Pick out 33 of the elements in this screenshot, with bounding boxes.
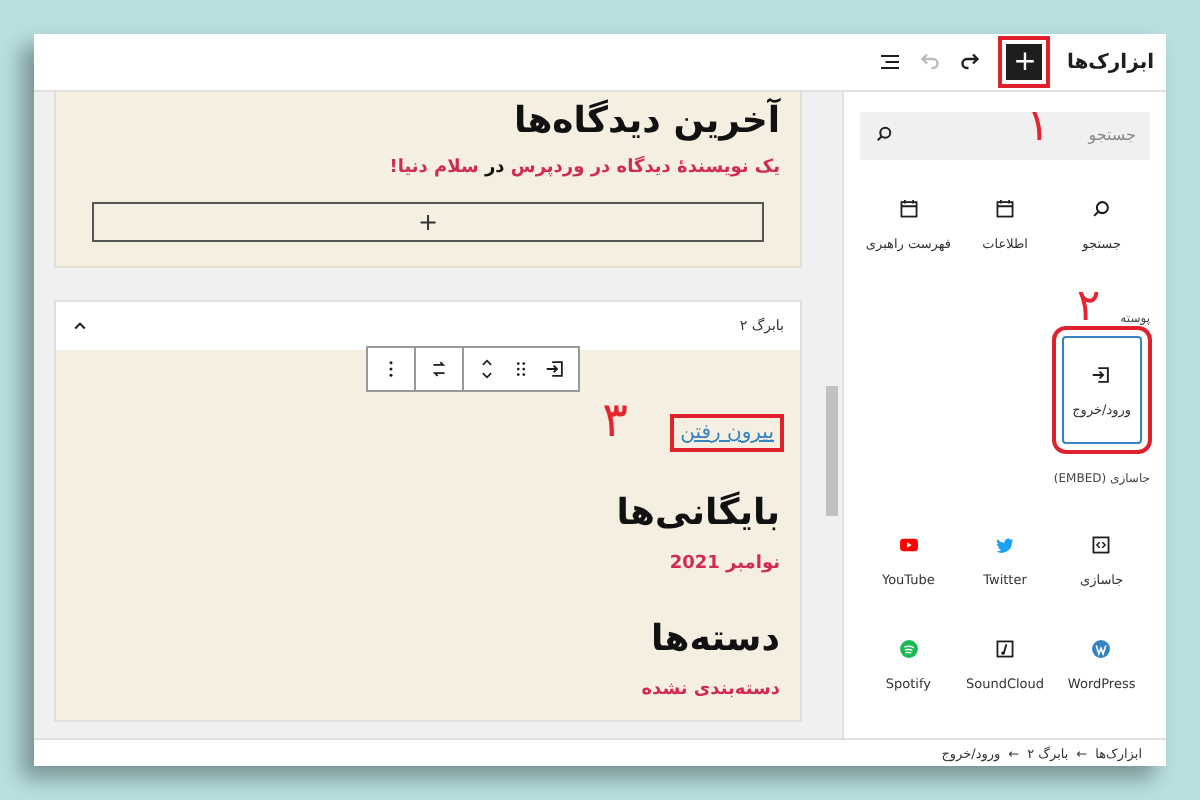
widget-heading: دسته‌ها xyxy=(651,618,780,660)
widget-heading: آخرین دیدگاه‌ها xyxy=(511,100,780,142)
annotation-number: ۲ xyxy=(1076,286,1101,330)
login-icon[interactable] xyxy=(544,358,566,380)
add-block-button[interactable]: + xyxy=(92,202,764,242)
comment-link[interactable]: سلام دنیا! xyxy=(389,158,479,178)
spotify-logo-icon xyxy=(897,637,920,659)
caret-icon[interactable] xyxy=(72,318,88,334)
annotation-number: ۱ xyxy=(1026,106,1050,150)
category-link[interactable]: دسته‌بندی نشده xyxy=(641,680,780,700)
calendar-icon xyxy=(897,197,920,219)
music-note-icon xyxy=(994,637,1017,659)
annotation-number: ۳ xyxy=(602,396,628,444)
scrollbar[interactable] xyxy=(822,92,842,738)
comment-link[interactable]: یک نویسندهٔ دیدگاه در وردپرس xyxy=(510,158,780,178)
widget-heading: بایگانی‌ها xyxy=(616,492,780,534)
comment-text: یک نویسندهٔ دیدگاه در وردپرس در سلام دنیا! xyxy=(387,158,780,178)
login-icon xyxy=(1090,363,1113,385)
transform-icon[interactable] xyxy=(428,358,450,380)
play-icon xyxy=(897,533,920,555)
calendar-icon xyxy=(994,197,1017,219)
list-view-icon[interactable] xyxy=(878,50,903,74)
logout-link[interactable]: بیرون رفتن xyxy=(674,418,780,448)
bird-icon xyxy=(994,533,1017,555)
move-arrows-icon[interactable] xyxy=(476,358,498,380)
redo-icon[interactable] xyxy=(958,50,983,74)
search-icon xyxy=(1090,197,1113,219)
wordpress-logo-icon xyxy=(1090,637,1113,659)
add-block-button[interactable]: + xyxy=(998,36,1051,88)
panel-title: ابزارک‌ها xyxy=(1066,51,1154,73)
search-icon xyxy=(874,124,894,144)
embed-icon xyxy=(1090,533,1113,555)
archive-link[interactable]: نوامبر 2021 xyxy=(669,554,780,574)
